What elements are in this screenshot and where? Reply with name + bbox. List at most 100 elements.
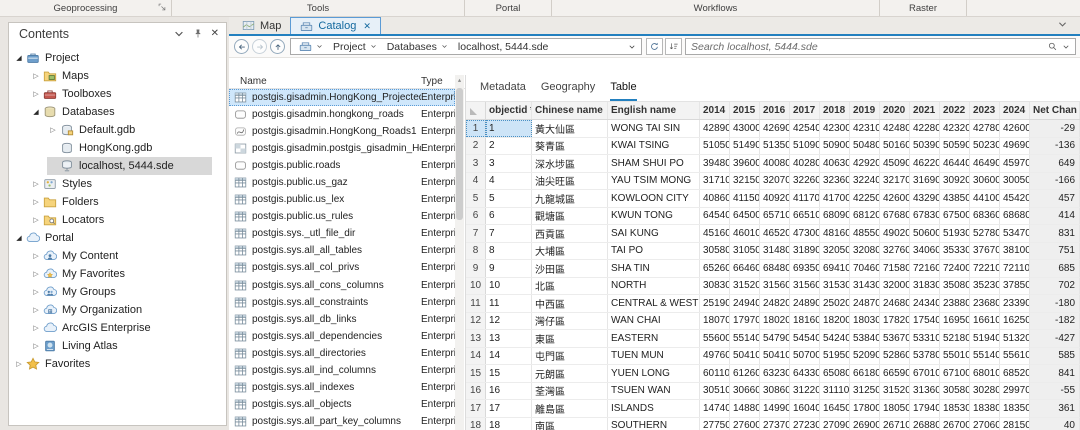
tree-item-living-atlas[interactable]: ▷Living Atlas <box>30 337 212 355</box>
table-row[interactable]: 1313東區EASTERN556000551400547900545400542… <box>466 330 1080 348</box>
pin-icon[interactable] <box>192 28 204 40</box>
column-header-2016[interactable]: 2016 <box>760 102 790 119</box>
grid-cell[interactable]: KWUN TONG <box>608 208 700 225</box>
grid-cell[interactable]: 680100 <box>970 365 1000 382</box>
grid-cell[interactable]: 430000 <box>730 120 760 137</box>
grid-cell[interactable]: EASTERN <box>608 330 700 347</box>
table-row[interactable]: 22葵青區KWAI TSING5105005149005135005109005… <box>466 138 1080 156</box>
column-header-2019[interactable]: 2019 <box>850 102 880 119</box>
grid-cell[interactable]: 724000 <box>940 260 970 277</box>
breadcrumb-localhost[interactable]: localhost, 5444.sde <box>453 39 553 54</box>
grid-cell[interactable]: 831 <box>1030 225 1080 242</box>
grid-cell[interactable]: 302800 <box>970 383 1000 400</box>
column-header-english-name[interactable]: English name <box>608 102 700 119</box>
tab-geography[interactable]: Geography <box>541 75 595 101</box>
grid-cell[interactable]: 318900 <box>790 243 820 260</box>
row-number[interactable]: 10 <box>466 278 486 295</box>
grid-cell[interactable]: 183800 <box>970 400 1000 417</box>
grid-cell[interactable]: 深水埗區 <box>532 155 608 172</box>
grid-cell[interactable]: 299700 <box>1000 383 1030 400</box>
grid-cell[interactable]: 268800 <box>910 418 940 430</box>
expand-arrow-icon[interactable]: ▷ <box>30 72 42 80</box>
column-header-objectid[interactable]: objectid * <box>486 102 532 119</box>
row-number[interactable]: 18 <box>466 418 486 430</box>
grid-cell[interactable]: 離島區 <box>532 400 608 417</box>
row-number[interactable]: 12 <box>466 313 486 330</box>
list-item-postgis-gisadmin-hongkong-projectedpop[interactable]: postgis.gisadmin.HongKong_ProjectedPop..… <box>229 89 455 106</box>
chevron-down-icon[interactable] <box>1057 19 1068 30</box>
grid-cell[interactable]: 551400 <box>970 348 1000 365</box>
grid-cell[interactable]: 東區 <box>532 330 608 347</box>
list-item-postgis-sys-all-dependencies[interactable]: postgis.sys.all_dependenciesEnterprise <box>229 328 455 345</box>
grid-cell[interactable]: 306600 <box>730 383 760 400</box>
grid-cell[interactable]: -55 <box>1030 383 1080 400</box>
grid-cell[interactable]: -427 <box>1030 330 1080 347</box>
grid-cell[interactable]: 506000 <box>910 225 940 242</box>
expand-arrow-icon[interactable]: ▷ <box>30 180 42 188</box>
grid-cell[interactable]: 181600 <box>790 313 820 330</box>
grid-cell[interactable]: 402800 <box>790 155 820 172</box>
grid-cell[interactable]: 40 <box>1030 418 1080 430</box>
grid-cell[interactable]: TUEN MUN <box>608 348 700 365</box>
column-header-2014[interactable]: 2014 <box>700 102 730 119</box>
tree-item-my-groups[interactable]: ▷My Groups <box>30 283 212 301</box>
grid-cell[interactable]: 675000 <box>940 208 970 225</box>
grid-cell[interactable]: 314300 <box>850 278 880 295</box>
grid-cell[interactable]: 425400 <box>790 120 820 137</box>
grid-cell[interactable]: 179700 <box>730 313 760 330</box>
grid-cell[interactable]: 321700 <box>880 173 910 190</box>
grid-cell[interactable]: WONG TAI SIN <box>608 120 700 137</box>
grid-cell[interactable]: 236800 <box>970 295 1000 312</box>
grid-cell[interactable]: 721100 <box>1000 260 1030 277</box>
tree-item-portal[interactable]: ◢Portal <box>13 229 212 247</box>
list-item-postgis-sys-all-cons-columns[interactable]: postgis.sys.all_cons_columnsEnterprise <box>229 277 455 294</box>
grid-cell[interactable]: 觀塘區 <box>532 208 608 225</box>
grid-cell[interactable]: 320800 <box>850 243 880 260</box>
grid-cell[interactable]: 309200 <box>940 173 970 190</box>
grid-cell[interactable]: 175400 <box>910 313 940 330</box>
expand-arrow-icon[interactable]: ▷ <box>30 324 42 332</box>
grid-cell[interactable]: 大埔區 <box>532 243 608 260</box>
tree-item-locators[interactable]: ▷Locators <box>30 211 212 229</box>
breadcrumb-dropdown[interactable] <box>628 43 641 51</box>
grid-cell[interactable]: 320000 <box>880 278 910 295</box>
chevron-down-icon[interactable] <box>173 28 185 40</box>
grid-cell[interactable]: 7 <box>486 225 532 242</box>
grid-cell[interactable]: 464900 <box>970 155 1000 172</box>
grid-cell[interactable]: YAU TSIM MONG <box>608 173 700 190</box>
list-item-postgis-sys-all-indexes[interactable]: postgis.sys.all_indexesEnterprise <box>229 379 455 396</box>
grid-cell[interactable]: 406300 <box>820 155 850 172</box>
grid-cell[interactable]: 11 <box>486 295 532 312</box>
grid-cell[interactable]: 313600 <box>910 383 940 400</box>
grid-cell[interactable]: -166 <box>1030 173 1080 190</box>
tree-item-project[interactable]: ◢Project <box>13 49 212 67</box>
grid-cell[interactable]: 497600 <box>700 348 730 365</box>
grid-cell[interactable]: 312500 <box>850 383 880 400</box>
grid-cell[interactable]: 312200 <box>790 383 820 400</box>
column-header-2024[interactable]: 2024 <box>1000 102 1030 119</box>
grid-cell[interactable]: 465200 <box>760 225 790 242</box>
grid-cell[interactable]: 322400 <box>850 173 880 190</box>
grid-cell[interactable]: 686800 <box>1000 208 1030 225</box>
grid-cell[interactable]: TAI PO <box>608 243 700 260</box>
grid-cell[interactable]: 179400 <box>910 400 940 417</box>
grid-cell[interactable]: 671000 <box>940 365 970 382</box>
grid-cell[interactable]: 612600 <box>730 365 760 382</box>
search-input[interactable] <box>691 41 1043 53</box>
grid-cell[interactable]: 149900 <box>760 400 790 417</box>
grid-cell[interactable]: 454200 <box>1000 190 1030 207</box>
grid-cell[interactable]: 油尖旺區 <box>532 173 608 190</box>
tree-item-my-favorites[interactable]: ▷My Favorites <box>30 265 212 283</box>
row-number[interactable]: 14 <box>466 348 486 365</box>
list-item-postgis-public-us-gaz[interactable]: postgis.public.us_gazEnterprise <box>229 174 455 191</box>
grid-cell[interactable]: 460100 <box>730 225 760 242</box>
grid-cell[interactable]: 300500 <box>1000 173 1030 190</box>
grid-cell[interactable]: 164500 <box>820 400 850 417</box>
grid-cell[interactable]: 533100 <box>910 330 940 347</box>
grid-cell[interactable]: SOUTHERN <box>608 418 700 430</box>
list-item-postgis-sys-all-objects[interactable]: postgis.sys.all_objectsEnterprise <box>229 396 455 413</box>
table-row[interactable]: 77西貢區SAI KUNG451600460100465200473000481… <box>466 225 1080 243</box>
grid-cell[interactable]: 273700 <box>760 418 790 430</box>
grid-cell[interactable]: 246800 <box>880 295 910 312</box>
grid-cell[interactable]: 670100 <box>910 365 940 382</box>
